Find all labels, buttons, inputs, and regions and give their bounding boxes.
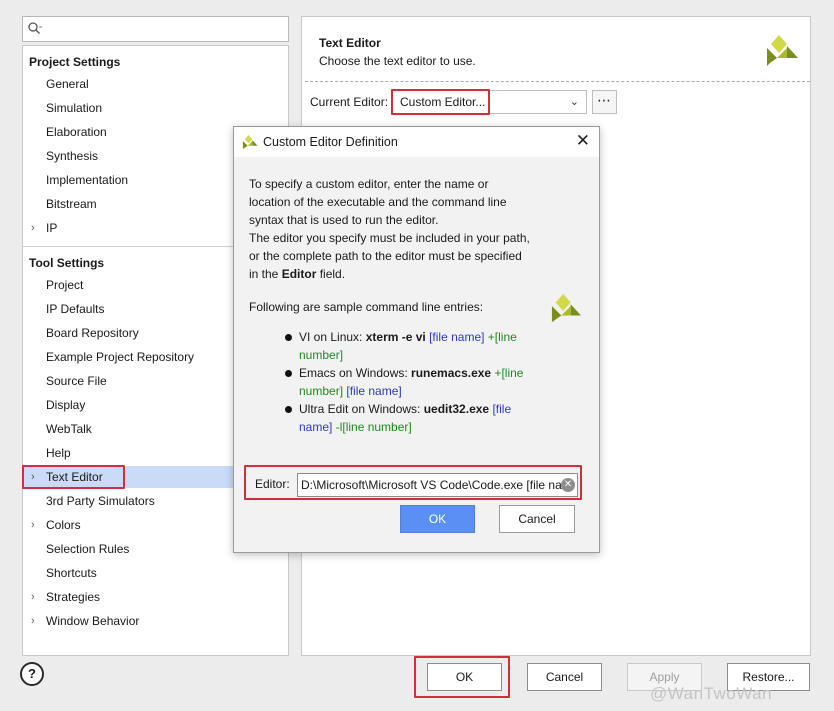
tree-item-label: Text Editor bbox=[46, 470, 103, 484]
list-item: VI on Linux: xterm -e vi [file name] +[l… bbox=[271, 328, 536, 364]
tree-item-window-behavior[interactable]: › Window Behavior bbox=[23, 610, 288, 632]
tree-item-label: Project bbox=[46, 278, 84, 292]
entry-prefix: Emacs on Windows: bbox=[299, 366, 412, 380]
custom-editor-dialog: Custom Editor Definition ✕ To specify a … bbox=[233, 126, 600, 553]
bullet-icon bbox=[285, 370, 292, 377]
entry-file-token: [file name] bbox=[346, 384, 402, 398]
tree-item-label: IP bbox=[46, 221, 58, 235]
bullet-icon bbox=[285, 334, 292, 341]
header-divider bbox=[305, 81, 810, 82]
description-bold: Editor bbox=[281, 267, 317, 281]
vivado-logo-icon bbox=[242, 134, 258, 153]
vivado-logo-icon bbox=[550, 293, 582, 326]
entry-prefix: Ultra Edit on Windows: bbox=[299, 402, 424, 416]
editor-path-input[interactable]: D:\Microsoft\Microsoft VS Code\Code.exe … bbox=[297, 473, 578, 497]
tree-item-label: Example Project Repository bbox=[46, 350, 195, 364]
tree-item-label: Selection Rules bbox=[46, 542, 130, 556]
ok-button[interactable]: OK bbox=[427, 663, 502, 691]
page-subtitle: Choose the text editor to use. bbox=[319, 54, 476, 68]
chevron-right-icon[interactable]: › bbox=[31, 217, 35, 239]
entry-command: xterm -e vi bbox=[365, 330, 426, 344]
tree-item-simulation[interactable]: Simulation bbox=[23, 97, 288, 119]
cancel-button[interactable]: Cancel bbox=[527, 663, 602, 691]
tree-item-label: Bitstream bbox=[46, 197, 97, 211]
description-text: field. bbox=[316, 267, 346, 281]
tree-item-label: Board Repository bbox=[46, 326, 139, 340]
entry-command: runemacs.exe bbox=[411, 366, 492, 380]
tree-item-shortcuts[interactable]: Shortcuts bbox=[23, 562, 288, 584]
bullet-icon bbox=[285, 406, 292, 413]
list-item: Ultra Edit on Windows: uedit32.exe [file… bbox=[271, 400, 536, 436]
list-item: Emacs on Windows: runemacs.exe +[line nu… bbox=[271, 364, 536, 400]
tree-item-label: Strategies bbox=[46, 590, 101, 604]
chevron-right-icon[interactable]: › bbox=[31, 466, 35, 488]
dialog-ok-button[interactable]: OK bbox=[400, 505, 475, 533]
tree-item-general[interactable]: General bbox=[23, 73, 288, 95]
dialog-title: Custom Editor Definition bbox=[263, 135, 398, 149]
description-line: in the Editor field. bbox=[249, 265, 549, 283]
tree-item-label: General bbox=[46, 77, 89, 91]
tree-item-label: Help bbox=[46, 446, 71, 460]
description-line: To specify a custom editor, enter the na… bbox=[249, 177, 489, 191]
current-editor-value: Custom Editor... bbox=[400, 95, 486, 109]
chevron-right-icon[interactable]: › bbox=[31, 586, 35, 608]
tree-item-label: IP Defaults bbox=[46, 302, 105, 316]
chevron-right-icon[interactable]: › bbox=[31, 610, 35, 632]
description-line: syntax that is used to run the editor. bbox=[249, 213, 439, 227]
sample-entries-heading: Following are sample command line entrie… bbox=[249, 300, 484, 314]
tree-item-label: Implementation bbox=[46, 173, 129, 187]
dialog-cancel-button[interactable]: Cancel bbox=[499, 505, 575, 533]
current-editor-select[interactable]: Custom Editor... ⌄ bbox=[391, 90, 587, 114]
description-line: or the complete path to the editor must … bbox=[249, 249, 522, 263]
clear-icon[interactable]: ✕ bbox=[561, 478, 575, 492]
entry-line-token: -l[line number] bbox=[335, 420, 412, 434]
tree-item-strategies[interactable]: › Strategies bbox=[23, 586, 288, 608]
close-icon[interactable]: ✕ bbox=[576, 131, 590, 151]
description-line: The editor you specify must be included … bbox=[249, 231, 530, 245]
watermark: @WanTwoWan bbox=[650, 684, 773, 703]
tree-item-label: 3rd Party Simulators bbox=[46, 494, 155, 508]
tree-item-label: Display bbox=[46, 398, 86, 412]
help-button[interactable]: ? bbox=[20, 662, 44, 686]
entry-prefix: VI on Linux: bbox=[299, 330, 366, 344]
page-title: Text Editor bbox=[319, 36, 381, 50]
dialog-description: To specify a custom editor, enter the na… bbox=[249, 175, 549, 283]
tool-settings-heading: Tool Settings bbox=[29, 256, 105, 270]
editor-field-label: Editor: bbox=[255, 477, 290, 491]
vivado-logo-icon bbox=[765, 34, 799, 69]
tree-item-label: Elaboration bbox=[46, 125, 107, 139]
chevron-right-icon[interactable]: › bbox=[31, 514, 35, 536]
entry-command: uedit32.exe bbox=[423, 402, 490, 416]
tree-item-label: Synthesis bbox=[46, 149, 99, 163]
search-input[interactable] bbox=[22, 16, 289, 42]
project-settings-heading: Project Settings bbox=[29, 55, 121, 69]
more-options-button[interactable]: ⋯ bbox=[592, 90, 617, 114]
tree-item-label: Shortcuts bbox=[46, 566, 97, 580]
tree-item-label: Colors bbox=[46, 518, 81, 532]
tree-item-label: WebTalk bbox=[46, 422, 92, 436]
dialog-titlebar[interactable]: Custom Editor Definition ✕ bbox=[234, 127, 599, 157]
tree-item-label: Source File bbox=[46, 374, 107, 388]
description-text: in the bbox=[249, 267, 282, 281]
search-icon bbox=[27, 21, 43, 40]
tree-item-label: Simulation bbox=[46, 101, 103, 115]
tree-item-label: Window Behavior bbox=[46, 614, 140, 628]
sample-entries-list: VI on Linux: xterm -e vi [file name] +[l… bbox=[271, 328, 536, 436]
chevron-down-icon: ⌄ bbox=[569, 96, 579, 108]
description-line: location of the executable and the comma… bbox=[249, 195, 507, 209]
entry-file-token: [file name] bbox=[429, 330, 485, 344]
current-editor-label: Current Editor: bbox=[310, 95, 389, 109]
